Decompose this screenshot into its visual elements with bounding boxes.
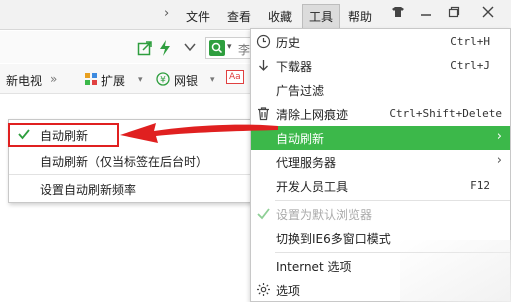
bookmark-extensions[interactable]: 扩展: [101, 72, 125, 89]
menu-item-label: 切换到IE6多窗口模式: [276, 232, 391, 246]
chevron-down-icon[interactable]: ▾: [210, 75, 215, 85]
lightning-icon[interactable]: [158, 40, 176, 56]
menu-help[interactable]: 帮助: [348, 8, 372, 25]
menu-view[interactable]: 查看: [227, 8, 251, 25]
download-icon: [259, 60, 268, 71]
menu-item-label: 选项: [276, 284, 301, 298]
clock-icon: [256, 34, 271, 49]
chevron-down-icon[interactable]: ▾: [138, 75, 143, 85]
submenu-item-set-refresh-frequency[interactable]: 设置自动刷新频率: [9, 176, 251, 202]
menu-item-set-default-browser[interactable]: 设置为默认浏览器: [251, 202, 510, 226]
menu-item-label: 广告过滤: [276, 84, 325, 98]
submenu-item-auto-refresh-background[interactable]: 自动刷新（仅当标签在后台时）: [9, 148, 251, 174]
menu-separator: [275, 252, 510, 253]
engine-dropdown-icon[interactable]: ▾: [227, 42, 232, 52]
menu-item-label: 开发人员工具: [276, 180, 349, 194]
menu-item-label: 下载器: [276, 60, 313, 74]
gear-icon: [257, 283, 270, 296]
menu-item-label: 清除上网痕迹: [276, 108, 349, 122]
bookmark-overflow[interactable]: »: [50, 72, 57, 86]
menu-item-label: 代理服务器: [276, 156, 337, 170]
menu-item-shortcut: Ctrl+Shift+Delete: [389, 107, 502, 120]
menu-overflow-arrow[interactable]: ›: [164, 6, 169, 21]
restore-icon[interactable]: [442, 5, 466, 25]
menu-item-shortcut: F12: [470, 179, 490, 192]
share-icon[interactable]: [137, 40, 155, 56]
bank-icon[interactable]: ¥: [156, 72, 170, 89]
search-text: 李: [238, 43, 251, 57]
chevron-down-icon[interactable]: [183, 40, 201, 56]
menu-item-shortcut: Ctrl+J: [450, 59, 490, 72]
check-icon: [257, 208, 270, 220]
menu-item-downloader[interactable]: 下载器 Ctrl+J: [251, 54, 510, 78]
menu-item-label: 历史: [276, 36, 301, 50]
bookmark-bank[interactable]: 网银: [174, 72, 198, 89]
menu-file[interactable]: 文件: [186, 8, 210, 25]
minimize-icon[interactable]: [414, 5, 438, 25]
skin-icon[interactable]: [386, 5, 410, 25]
font-tool-icon[interactable]: Aa: [226, 70, 244, 84]
menu-item-label: 设置为默认浏览器: [276, 208, 373, 222]
close-icon[interactable]: [476, 5, 500, 25]
menu-separator: [9, 174, 251, 175]
menu-item-internet-options[interactable]: Internet 选项: [251, 254, 510, 278]
highlight-annotation: [8, 123, 119, 147]
extensions-icon[interactable]: [84, 72, 98, 89]
menu-item-ad-filter[interactable]: 广告过滤: [251, 78, 510, 102]
menu-item-history[interactable]: 历史 Ctrl+H: [251, 30, 510, 54]
menu-item-auto-refresh[interactable]: 自动刷新 ›: [251, 126, 510, 150]
chevron-right-icon: ›: [496, 129, 502, 144]
submenu-item-label: 设置自动刷新频率: [40, 183, 137, 197]
chevron-right-icon: ›: [496, 153, 502, 168]
svg-text:¥: ¥: [160, 76, 166, 86]
bookmark-item[interactable]: 新电视: [6, 72, 42, 89]
menu-item-label: Internet 选项: [276, 260, 352, 274]
submenu-item-label: 自动刷新（仅当标签在后台时）: [40, 155, 209, 169]
menu-item-shortcut: Ctrl+H: [450, 35, 490, 48]
tools-dropdown-menu: 历史 Ctrl+H 下载器 Ctrl+J 广告过滤 清除上网痕迹 Ctrl+Sh…: [250, 28, 511, 302]
menu-item-developer-tools[interactable]: 开发人员工具 F12: [251, 174, 510, 198]
menu-item-options[interactable]: 选项: [251, 278, 510, 302]
menu-item-label: 自动刷新: [276, 132, 325, 146]
annotation-arrow: [120, 123, 278, 143]
menu-item-proxy-server[interactable]: 代理服务器 ›: [251, 150, 510, 174]
menu-separator: [275, 200, 510, 201]
menu-tools[interactable]: 工具: [302, 4, 341, 29]
menu-item-clear-history[interactable]: 清除上网痕迹 Ctrl+Shift+Delete: [251, 102, 510, 126]
menu-item-switch-ie6-mode[interactable]: 切换到IE6多窗口模式: [251, 226, 510, 250]
menu-favorites[interactable]: 收藏: [268, 8, 292, 25]
search-engine-icon[interactable]: [209, 40, 225, 56]
